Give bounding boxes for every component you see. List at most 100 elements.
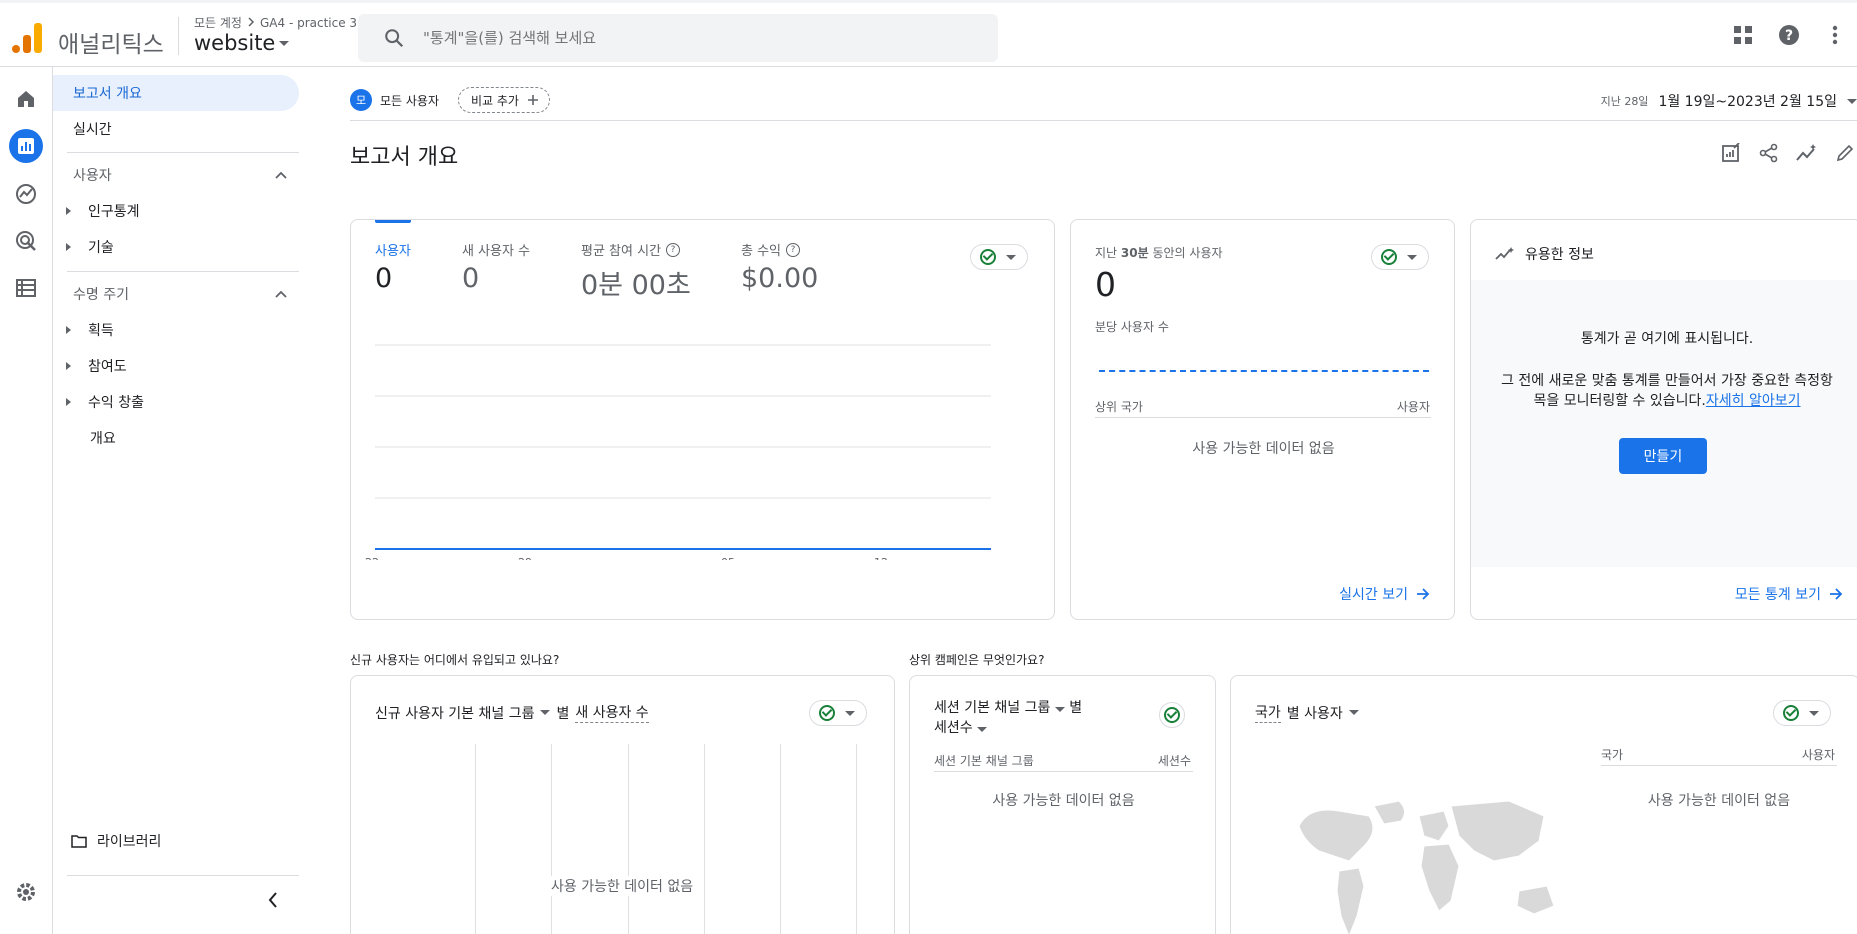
analytics-logo-icon[interactable]: [12, 21, 42, 53]
help-question-icon[interactable]: ?: [666, 242, 681, 257]
metric-tab-avg-engagement[interactable]: 평균 참여 시간? 0분 00초: [581, 240, 691, 302]
date-range-value: 1월 19일~2023년 2월 15일: [1658, 94, 1837, 110]
nav-lifecycle-overview[interactable]: 개요: [53, 420, 299, 456]
help-icon[interactable]: ?: [1777, 23, 1801, 47]
all-users-chip[interactable]: 모 모든 사용자: [350, 87, 439, 113]
col-header-users: 사용자: [1396, 400, 1430, 414]
data-quality-badge[interactable]: [1773, 700, 1831, 726]
world-map: [1298, 800, 1555, 934]
apps-grid-icon[interactable]: [1731, 23, 1755, 47]
insights-headline: 통계가 곧 여기에 표시됩니다.: [1580, 331, 1754, 347]
property-name: website: [194, 31, 276, 55]
property-selector[interactable]: website: [194, 31, 290, 55]
check-circle-icon: [1381, 249, 1397, 265]
admin-gear-icon[interactable]: [9, 875, 43, 909]
no-data-message: 사용 가능한 데이터 없음: [992, 793, 1135, 809]
more-vert-icon[interactable]: [1823, 23, 1847, 47]
realtime-title: 지난 30분 동안의 사용자: [1095, 244, 1223, 261]
dimension-selector[interactable]: 국가: [1255, 702, 1281, 723]
add-comparison-chip[interactable]: 비교 추가: [458, 87, 550, 113]
caret-down-icon[interactable]: [540, 710, 551, 715]
expand-triangle-icon: [66, 326, 71, 334]
nav-tech[interactable]: 기술: [53, 229, 299, 265]
breadcrumb-property[interactable]: GA4 - practice 3: [260, 16, 357, 30]
col-header-metric: 세션수: [1157, 754, 1191, 768]
caret-down-icon: [1809, 710, 1819, 716]
user-chip-label: 모든 사용자: [380, 93, 440, 108]
x-tick-label: 22: [365, 556, 379, 560]
metric-tab-new-users[interactable]: 새 사용자 수 0: [462, 240, 530, 294]
per-minute-sparkline: [1099, 370, 1429, 372]
metric-tab-users[interactable]: 사용자 0: [375, 240, 411, 294]
caret-down-icon[interactable]: [1348, 710, 1359, 715]
configure-list-icon[interactable]: [9, 271, 43, 305]
customize-report-icon[interactable]: [1719, 141, 1743, 165]
add-comparison-label: 비교 추가: [471, 93, 519, 108]
caret-down-icon: [1407, 254, 1417, 260]
session-card-title: 세션 기본 채널 그룹 별 세션수: [934, 698, 1154, 738]
nav-label: 수익 창출: [88, 395, 144, 411]
reports-icon[interactable]: [9, 129, 43, 163]
caret-down-icon[interactable]: [1054, 707, 1065, 712]
metric-selector[interactable]: 새 사용자 수: [575, 702, 649, 723]
edit-pencil-icon[interactable]: [1833, 141, 1857, 165]
data-quality-badge[interactable]: [1371, 244, 1429, 270]
create-insight-button[interactable]: 만들기: [1619, 438, 1707, 474]
nav-monetization[interactable]: 수익 창출: [53, 384, 299, 420]
check-circle-icon[interactable]: [1159, 702, 1185, 728]
link-label: 모든 통계 보기: [1734, 587, 1821, 603]
nav-demographics[interactable]: 인구통계: [53, 193, 299, 229]
section-label: 수명 주기: [73, 287, 129, 303]
search-icon: [385, 29, 404, 48]
nav-engagement[interactable]: 참여도: [53, 348, 299, 384]
grid-line: [856, 744, 857, 934]
share-icon[interactable]: [1757, 141, 1781, 165]
nav-realtime[interactable]: 실시간: [53, 111, 299, 147]
nav-acquisition[interactable]: 획득: [53, 312, 299, 348]
by-label: 별: [556, 705, 570, 722]
explore-icon[interactable]: [9, 177, 43, 211]
expand-triangle-icon: [66, 207, 71, 215]
new-users-channel-card: 신규 사용자 기본 채널 그룹 별 새 사용자 수 사용 가능한 데이터 없음: [350, 675, 895, 934]
nav-label: 인구통계: [88, 204, 140, 220]
chevron-up-icon: [275, 171, 287, 179]
nav-reports-snapshot[interactable]: 보고서 개요: [53, 75, 299, 111]
metric-value: 0: [375, 263, 393, 294]
help-question-icon[interactable]: ?: [786, 242, 801, 257]
insights-sparkle-icon[interactable]: [1795, 141, 1819, 165]
check-circle-icon: [980, 249, 996, 265]
metric-selector[interactable]: 세션수: [934, 720, 973, 736]
dimension-selector[interactable]: 신규 사용자 기본 채널 그룹: [375, 703, 534, 723]
realtime-card: 지난 30분 동안의 사용자 0 분당 사용자 수 상위 국가 사용자 사용 가…: [1070, 219, 1455, 620]
nav-library[interactable]: 라이브러리: [53, 823, 299, 859]
dimension-selector[interactable]: 세션 기본 채널 그룹: [934, 700, 1050, 716]
home-icon[interactable]: [9, 82, 43, 116]
nav-divider: [67, 875, 299, 876]
view-all-insights-link[interactable]: 모든 통계 보기: [1735, 584, 1843, 604]
caret-down-icon[interactable]: [977, 727, 988, 732]
by-label: 별 사용자: [1286, 705, 1343, 722]
nav-label: 라이브러리: [97, 834, 162, 850]
nav-section-lifecycle[interactable]: 수명 주기: [53, 276, 299, 312]
realtime-title-prefix: 지난: [1095, 246, 1121, 260]
col-header-users: 사용자: [1801, 748, 1835, 762]
breadcrumb-account[interactable]: 모든 계정: [194, 14, 242, 31]
metric-tab-total-revenue[interactable]: 총 수익? $0.00: [741, 240, 818, 294]
breadcrumb[interactable]: 모든 계정 GA4 - practice 3: [194, 14, 357, 31]
nav-section-users[interactable]: 사용자: [53, 157, 299, 193]
date-range-picker[interactable]: 지난 28일 1월 19일~2023년 2월 15일: [1601, 91, 1857, 111]
collapse-chevron-left-icon[interactable]: [268, 892, 278, 912]
view-realtime-link[interactable]: 실시간 보기: [1339, 584, 1430, 604]
search-bar[interactable]: [358, 14, 998, 62]
data-quality-badge[interactable]: [970, 244, 1028, 270]
metric-value: 0: [462, 263, 480, 294]
advertising-icon[interactable]: [9, 224, 43, 258]
x-tick-label: 12: [874, 556, 888, 560]
insights-body: 그 전에 새로운 맞춤 통계를 만들어서 가장 중요한 측정항 목을 모니터링할…: [1471, 371, 1857, 411]
nav-divider: [67, 271, 299, 272]
data-quality-badge[interactable]: [809, 700, 867, 726]
search-input[interactable]: [423, 29, 943, 47]
learn-more-link[interactable]: 자세히 알아보기: [1706, 393, 1801, 409]
insights-title: 유용한 정보: [1525, 247, 1594, 263]
col-header-dimension: 세션 기본 채널 그룹: [934, 754, 1034, 768]
